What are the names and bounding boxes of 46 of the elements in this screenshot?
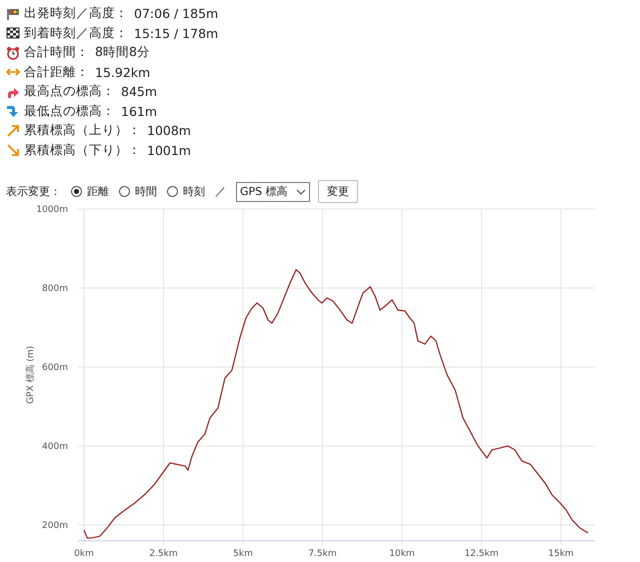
up-right-arrow-icon — [6, 124, 20, 138]
x-tick-label: 15km — [548, 548, 574, 559]
stat-label: 累積標高（上り）： — [24, 122, 141, 140]
x-tick-label: 2.5km — [149, 548, 178, 559]
y-tick-label: 400m — [42, 442, 68, 452]
stat-label: 最低点の標高： — [24, 102, 115, 120]
stat-value: 845m — [121, 84, 158, 100]
stat-label: 最高点の標高： — [24, 83, 115, 100]
x-tick-label: 0km — [74, 548, 94, 559]
y-tick-label: 600m — [42, 363, 68, 373]
radio-button[interactable] — [71, 186, 82, 197]
stat-label: 合計距離： — [24, 64, 89, 81]
stat-value: 15.92km — [95, 64, 150, 80]
stat-label: 累積標高（下り）： — [24, 142, 141, 159]
elevation-select[interactable]: GPS 標高 — [236, 182, 310, 202]
x-tick-label: 7.5km — [308, 548, 337, 559]
alarm-clock-icon — [6, 46, 20, 60]
stat-value: 161m — [121, 104, 158, 119]
y-tick-label: 1000m — [36, 205, 68, 215]
checkered-flag-icon — [6, 26, 20, 40]
y-tick-label: 800m — [42, 284, 68, 294]
display-switch-label: 表示変更： — [6, 184, 61, 199]
radio-label[interactable]: 時間 — [135, 184, 157, 199]
down-right-arrow-icon — [6, 143, 20, 158]
chevron-down-icon[interactable] — [296, 188, 306, 194]
stat-value: 15:15 / 178m — [134, 26, 218, 41]
flag-icon — [6, 6, 20, 21]
y-tick-label: 200m — [42, 521, 68, 531]
radio-label[interactable]: 時刻 — [183, 184, 205, 199]
stat-value: 1008m — [147, 123, 191, 138]
y-axis-title: GPX 標高 (m) — [26, 346, 36, 404]
radio-button[interactable] — [167, 186, 178, 197]
x-tick-label: 5km — [233, 548, 253, 559]
stat-value: 1001m — [147, 142, 191, 158]
separator-slash: ／ — [215, 184, 226, 199]
stat-value: 07:06 / 185m — [134, 6, 218, 22]
stat-value: 8時間8分 — [95, 44, 150, 62]
curved-down-arrow-icon — [6, 104, 20, 118]
stat-label: 合計時間： — [24, 44, 89, 62]
radio-button[interactable] — [119, 186, 130, 197]
x-tick-label: 12.5km — [464, 548, 498, 559]
radio-label[interactable]: 距離 — [87, 184, 109, 199]
x-tick-label: 10km — [389, 548, 415, 559]
change-button[interactable]: 変更 — [318, 180, 358, 203]
stat-label: 出発時刻／高度： — [24, 5, 128, 22]
stat-label: 到着時刻／高度： — [24, 24, 128, 42]
